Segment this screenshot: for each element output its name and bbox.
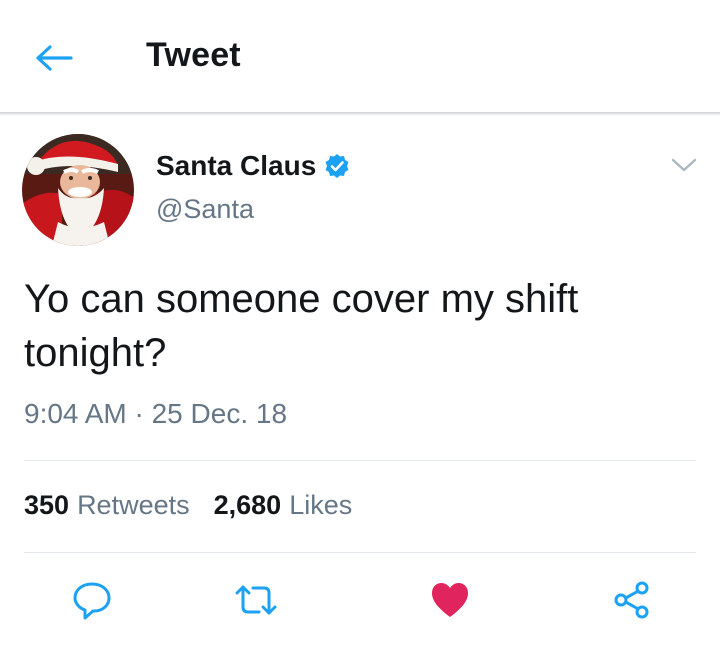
retweets-count: 350 [24,490,70,520]
tweet-timestamp[interactable]: 9:04 AM · 25 Dec. 18 [24,398,287,430]
share-icon [614,581,649,619]
verified-badge-icon [325,154,349,178]
top-app-bar: Tweet [0,0,720,112]
page-title: Tweet [146,36,241,74]
retweets-stat[interactable]: 350 Retweets [24,490,190,521]
like-button[interactable] [422,572,478,628]
reply-icon [73,582,111,620]
divider [24,460,696,461]
avatar[interactable] [22,134,134,246]
avatar-image [22,134,134,246]
tweet-text: Yo can someone cover my shift tonight? [24,277,579,375]
tweet-options-button[interactable] [666,150,702,180]
retweet-button[interactable] [228,572,284,628]
likes-count: 2,680 [213,490,282,520]
reply-button[interactable] [64,572,120,628]
arrow-left-icon [36,45,73,71]
share-button[interactable] [604,572,660,628]
tweet-actions-bar [0,572,720,628]
engagement-stats: 350 Retweets 2,680 Likes [24,490,376,521]
user-handle[interactable]: @Santa [156,194,254,225]
header-divider [0,112,720,116]
likes-label: Likes [289,490,353,520]
retweets-label: Retweets [77,490,190,520]
author-name-row[interactable]: Santa Claus [156,150,350,182]
display-name: Santa Claus [156,150,317,181]
retweet-icon [235,585,277,615]
divider [24,552,696,553]
heart-icon [432,583,468,617]
chevron-down-icon [671,158,697,172]
likes-stat[interactable]: 2,680 Likes [214,490,353,521]
back-button[interactable] [30,38,78,78]
